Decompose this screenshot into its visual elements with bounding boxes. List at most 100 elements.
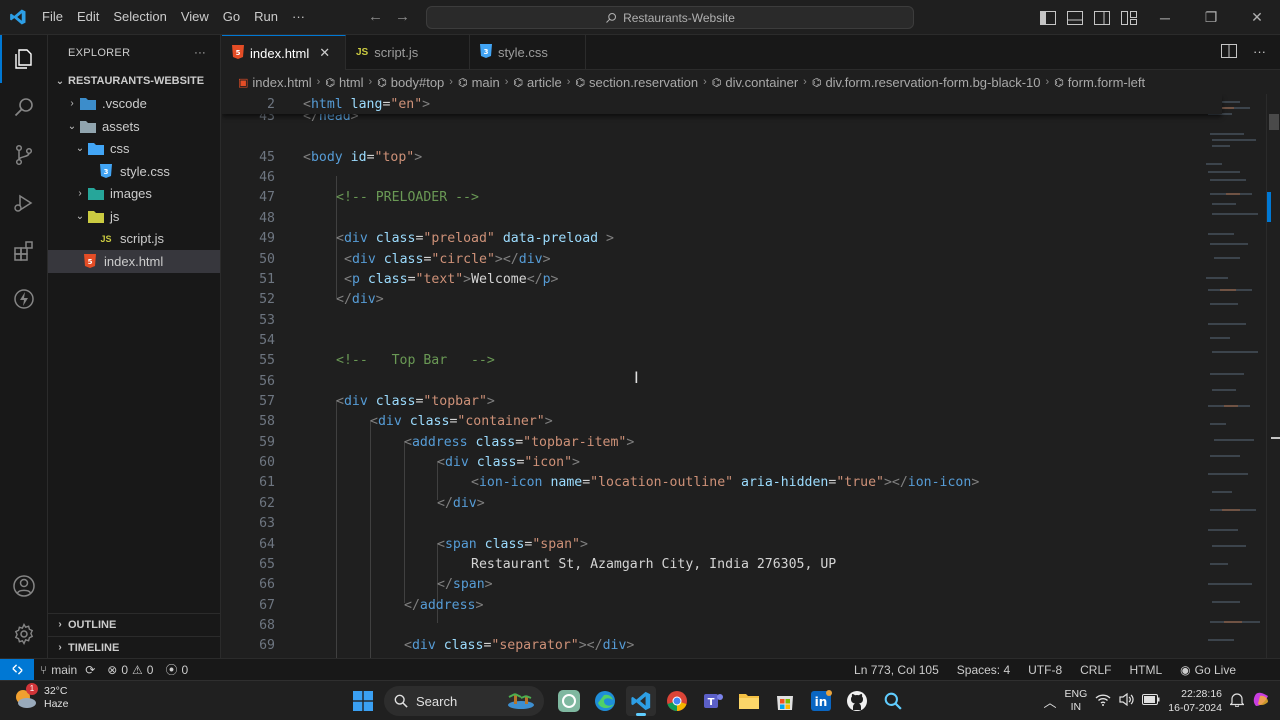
- tree-item-css[interactable]: ⌄ css: [48, 138, 220, 161]
- element-icon: ⌬: [325, 76, 335, 89]
- taskbar-apps: Search T in: [348, 684, 908, 718]
- chevron-up-icon[interactable]: ︿: [1044, 692, 1057, 711]
- taskbar-search[interactable]: Search: [384, 686, 544, 716]
- settings-gear-icon[interactable]: [0, 610, 48, 658]
- toggle-primary-sidebar-icon[interactable]: [1034, 0, 1061, 35]
- breadcrumb-item[interactable]: ⌬ body#top: [377, 75, 444, 90]
- tab-style-css[interactable]: 3 style.css: [470, 35, 586, 70]
- weather-widget[interactable]: 1 32°C Haze: [12, 683, 69, 711]
- language-indicator[interactable]: ENG IN: [1065, 688, 1088, 714]
- teams-app-icon[interactable]: T: [698, 686, 728, 716]
- chrome-browser-icon[interactable]: [662, 686, 692, 716]
- breadcrumb-item[interactable]: ⌬ main: [458, 75, 500, 90]
- restore-icon[interactable]: ❐: [1188, 0, 1234, 35]
- menu-more[interactable]: ···: [285, 5, 312, 29]
- sticky-scroll-line[interactable]: 2 <html lang="en">: [222, 94, 1222, 114]
- menu-view[interactable]: View: [174, 5, 216, 29]
- tab-index-html[interactable]: 5 index.html ✕: [222, 35, 346, 70]
- chevron-right-icon: ›: [368, 76, 373, 88]
- language-mode[interactable]: HTML: [1120, 663, 1171, 677]
- indentation[interactable]: Spaces: 4: [948, 663, 1019, 677]
- toggle-panel-icon[interactable]: [1061, 0, 1088, 35]
- extensions-icon[interactable]: [0, 227, 48, 275]
- chatgpt-app-icon[interactable]: [554, 686, 584, 716]
- search-icon[interactable]: [0, 83, 48, 131]
- breadcrumb-item[interactable]: ▣ index.html: [238, 75, 312, 90]
- menu-run[interactable]: Run: [247, 5, 285, 29]
- remote-window-icon[interactable]: [0, 658, 34, 681]
- menu-go[interactable]: Go: [216, 5, 247, 29]
- toggle-secondary-sidebar-icon[interactable]: [1088, 0, 1115, 35]
- vertical-scrollbar[interactable]: [1266, 94, 1280, 658]
- close-icon[interactable]: ✕: [319, 45, 330, 61]
- chevron-right-icon: ›: [58, 619, 62, 630]
- minimap[interactable]: [1200, 94, 1266, 658]
- copilot-icon[interactable]: [1252, 690, 1272, 713]
- chevron-down-icon: ⌄: [67, 120, 77, 132]
- clock[interactable]: 22:28:16 16-07-2024: [1168, 687, 1222, 715]
- back-arrow-icon[interactable]: ←: [368, 8, 383, 25]
- explorer-more-button[interactable]: ···: [194, 47, 206, 59]
- forward-arrow-icon[interactable]: →: [395, 8, 410, 25]
- menu-selection[interactable]: Selection: [106, 5, 173, 29]
- ports-indicator[interactable]: ⦿ 0: [159, 661, 194, 678]
- breadcrumb-item[interactable]: ⌬ article: [513, 75, 561, 90]
- tree-item-vscode[interactable]: › .vscode: [48, 93, 220, 116]
- customize-layout-icon[interactable]: [1115, 0, 1142, 35]
- breadcrumb-item[interactable]: ⌬ html: [325, 75, 363, 90]
- live-server-icon[interactable]: [0, 275, 48, 323]
- editor-tabs: 5 index.html ✕ JS script.js 3 style.css …: [222, 35, 1280, 70]
- vscode-taskbar-icon[interactable]: [626, 686, 656, 716]
- windows-start-icon[interactable]: [348, 686, 378, 716]
- file-explorer-icon[interactable]: [734, 686, 764, 716]
- branch-indicator[interactable]: ⑂ main ⟳: [34, 663, 101, 677]
- explorer-icon[interactable]: [0, 35, 48, 83]
- svg-text:3: 3: [104, 168, 109, 176]
- menu-edit[interactable]: Edit: [70, 5, 106, 29]
- tree-item-label: assets: [102, 118, 140, 134]
- breadcrumb-item[interactable]: ⌬ form.form-left: [1054, 75, 1145, 90]
- breadcrumb-item[interactable]: ⌬ section.reservation: [575, 75, 698, 90]
- breadcrumb-item[interactable]: ⌬ div.container: [712, 75, 798, 90]
- end-of-line[interactable]: CRLF: [1071, 663, 1120, 677]
- wifi-icon[interactable]: [1095, 693, 1111, 709]
- notification-bell-icon[interactable]: [1229, 692, 1245, 710]
- code-editor[interactable]: 2 <html lang="en"> 43 </head> 45 <body i…: [222, 94, 1280, 658]
- tree-item-style-css[interactable]: 3 style.css: [48, 160, 220, 183]
- outline-section[interactable]: › OUTLINE: [48, 613, 221, 635]
- workspace-root[interactable]: ⌄ RESTAURANTS-WEBSITE: [48, 70, 220, 93]
- tree-item-index-html[interactable]: 5 index.html: [48, 250, 220, 273]
- run-debug-icon[interactable]: [0, 179, 48, 227]
- edge-browser-icon[interactable]: [590, 686, 620, 716]
- split-editor-icon[interactable]: [1221, 44, 1237, 61]
- scrollbar-thumb[interactable]: [1269, 114, 1279, 130]
- tree-item-assets[interactable]: ⌄ assets: [48, 115, 220, 138]
- tab-script-js[interactable]: JS script.js: [346, 35, 470, 70]
- tree-item-script-js[interactable]: JS script.js: [48, 228, 220, 251]
- command-center[interactable]: Restaurants-Website: [426, 6, 914, 29]
- linkedin-app-icon[interactable]: in: [806, 686, 836, 716]
- minimize-icon[interactable]: ─: [1142, 0, 1188, 35]
- tree-item-images[interactable]: › images: [48, 183, 220, 206]
- timeline-section[interactable]: › TIMELINE: [48, 636, 221, 658]
- sync-icon[interactable]: ⟳: [85, 663, 95, 677]
- menu-file[interactable]: File: [35, 5, 70, 29]
- breadcrumb-item[interactable]: ⌬ div.form.reservation-form.bg-black-10: [812, 75, 1041, 90]
- source-control-icon[interactable]: [0, 131, 48, 179]
- outline-label: OUTLINE: [68, 618, 117, 631]
- cursor-position[interactable]: Ln 773, Col 105: [845, 663, 948, 677]
- volume-icon[interactable]: [1119, 692, 1134, 709]
- go-live-button[interactable]: ◉ Go Live: [1171, 663, 1280, 677]
- microsoft-store-icon[interactable]: [770, 686, 800, 716]
- tree-item-js[interactable]: ⌄ js: [48, 205, 220, 228]
- weather-temperature: 32°C: [44, 685, 68, 697]
- close-window-icon[interactable]: ✕: [1234, 0, 1280, 35]
- search-app-icon[interactable]: [878, 686, 908, 716]
- github-app-icon[interactable]: [842, 686, 872, 716]
- problems-indicator[interactable]: ⊗ 0 ⚠ 0: [101, 663, 159, 677]
- more-actions-icon[interactable]: ···: [1253, 44, 1266, 61]
- battery-icon[interactable]: [1142, 694, 1160, 708]
- accounts-icon[interactable]: [0, 562, 48, 610]
- encoding[interactable]: UTF-8: [1019, 663, 1071, 677]
- chevron-down-icon: ⌄: [55, 75, 65, 87]
